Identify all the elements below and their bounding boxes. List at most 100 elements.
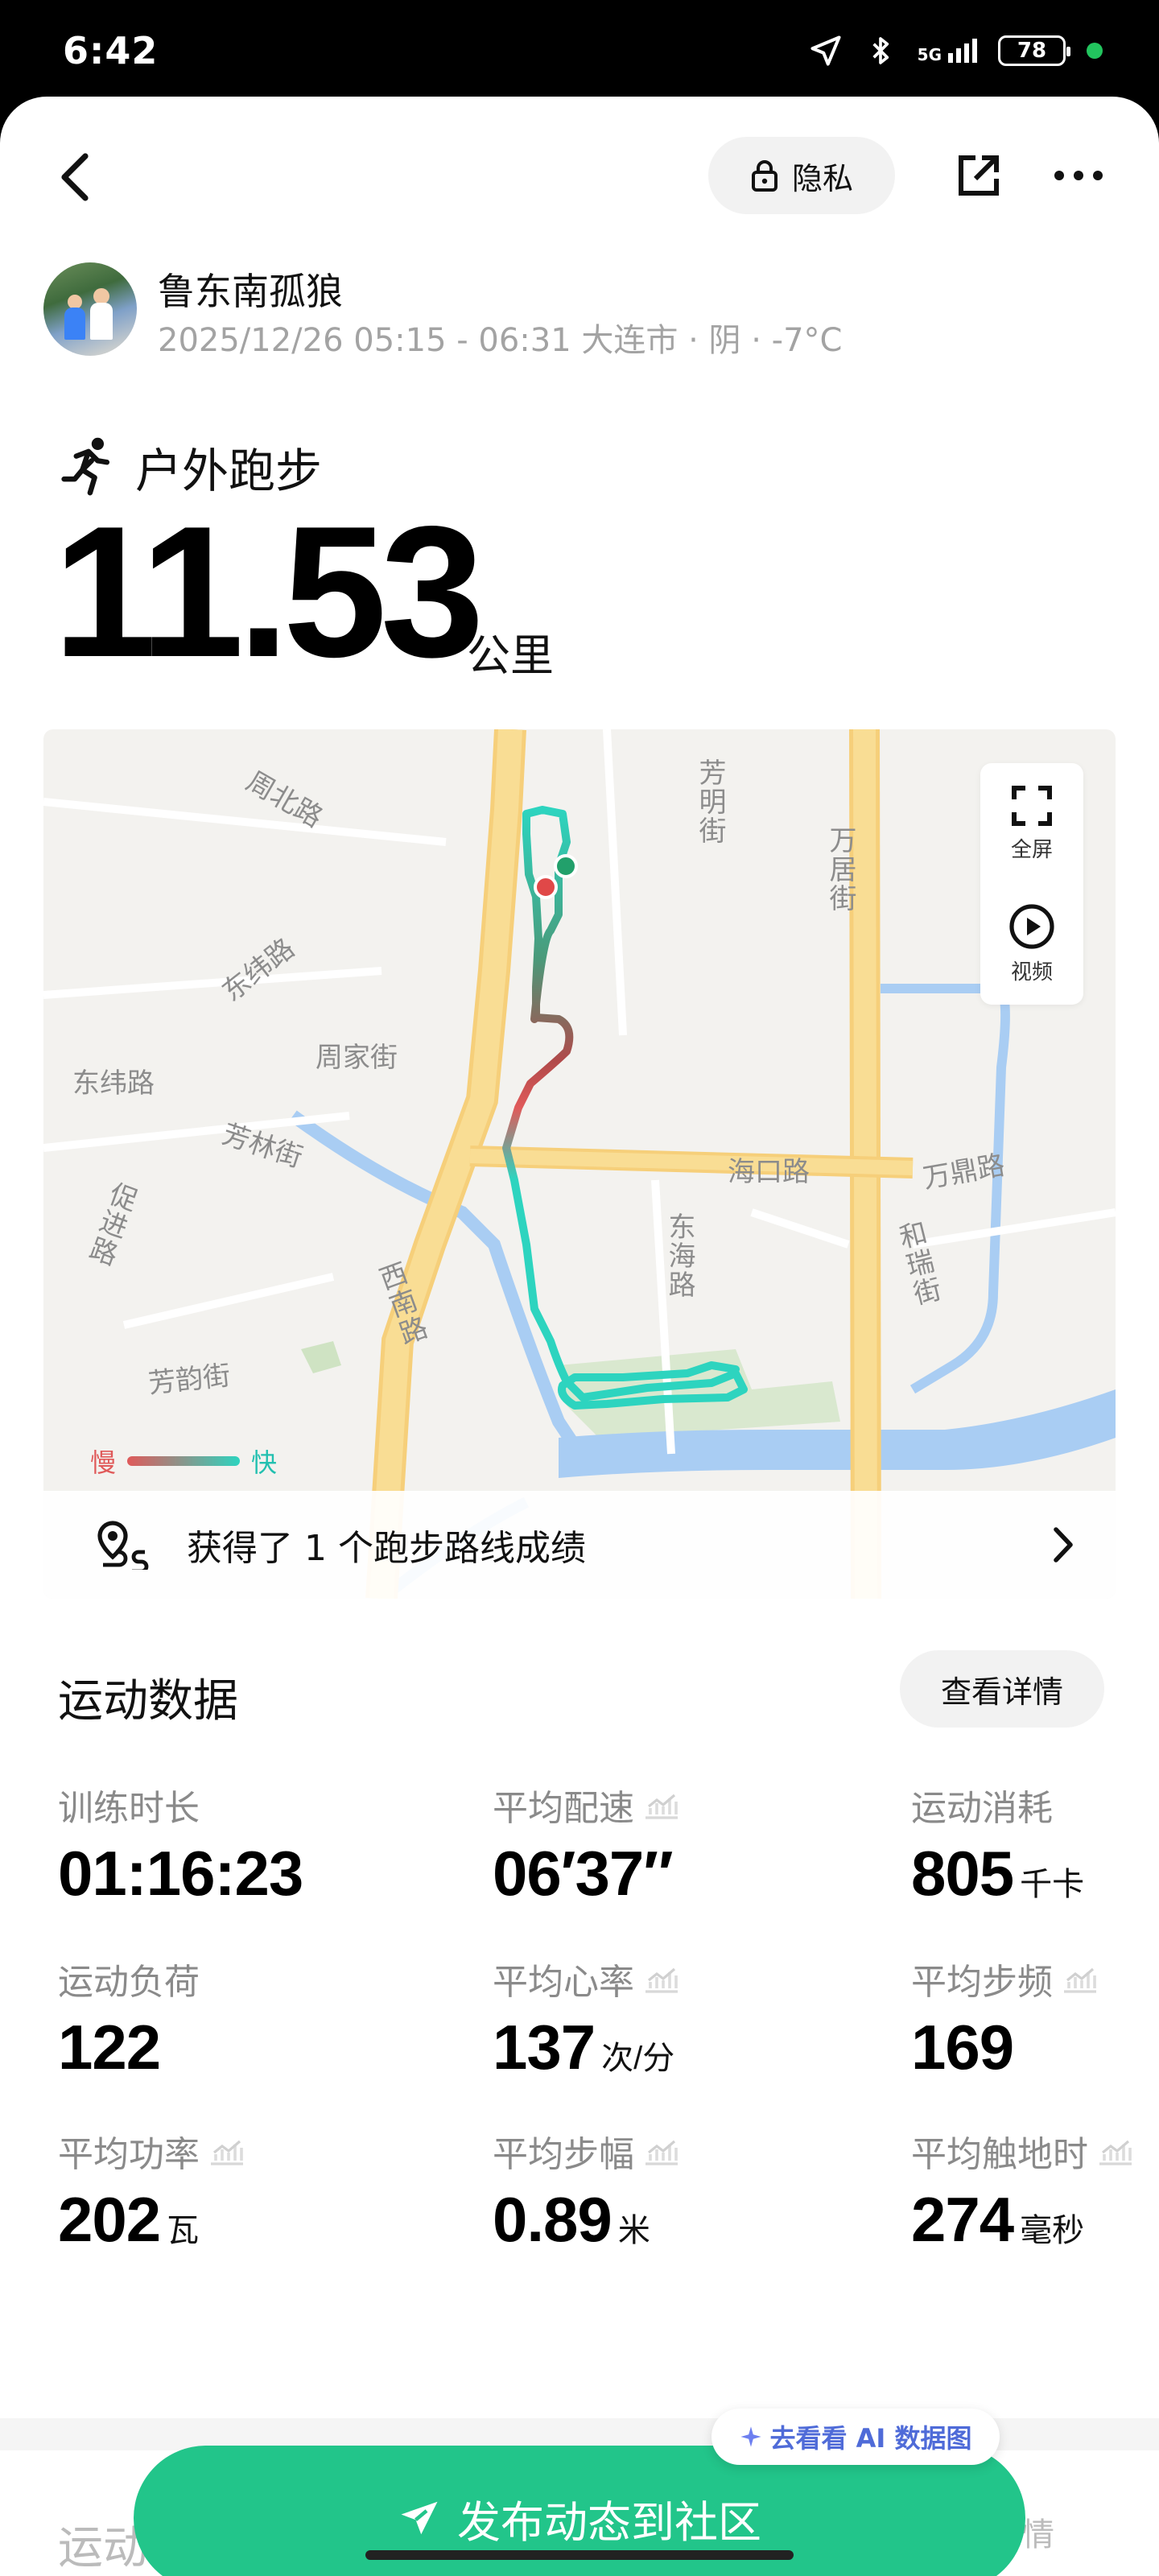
page: 隐私 鲁东南孤狼 2025/12/26 05:15 - 06:31 大连市 · … — [0, 97, 1159, 2576]
metric-label-text: 平均功率 — [58, 2134, 200, 2175]
trend-chart-icon[interactable] — [644, 2136, 679, 2165]
metric-label-text: 平均步频 — [911, 1962, 1053, 2003]
legend-fast-label: 快 — [251, 1447, 278, 1478]
metric-label-text: 平均步幅 — [493, 2134, 634, 2175]
metric-value-text: 06′37″ — [493, 1838, 674, 1909]
metric-label-text: 运动负荷 — [58, 1962, 200, 2003]
privacy-indicator-dot — [1087, 43, 1103, 59]
activity-meta: 2025/12/26 05:15 - 06:31 大连市 · 阴 · -7°C — [158, 322, 843, 359]
map-label: 万居街 — [824, 826, 856, 913]
metric-label-text: 训练时长 — [58, 1788, 200, 1829]
metric-value-text: 169 — [911, 2012, 1014, 2083]
metric-unit: 毫秒 — [1020, 2213, 1085, 2248]
fullscreen-label: 全屏 — [1010, 837, 1053, 862]
video-label: 视频 — [1010, 960, 1053, 985]
signal-icon: 5G — [918, 39, 977, 63]
metric-value: 805 千卡 — [911, 1837, 1084, 1910]
battery-icon: 78 — [998, 35, 1070, 66]
metric-unit: 千卡 — [1020, 1867, 1085, 1902]
metric-label: 平均心率 — [493, 1953, 679, 2004]
metric-value-text: 122 — [58, 2012, 161, 2083]
map-label: 东纬路 — [72, 1067, 155, 1100]
more-dot — [1093, 171, 1103, 180]
video-button[interactable]: 视频 — [1008, 902, 1056, 985]
metric-unit: 瓦 — [167, 2213, 200, 2248]
chevron-right-icon — [1054, 1527, 1073, 1563]
metric-unit: 米 — [617, 2213, 650, 2248]
metric-item: 运动负荷 122 — [58, 1953, 200, 2084]
metric-value-text: 137 — [493, 2012, 596, 2083]
network-type: 5G — [917, 45, 942, 64]
metric-label: 训练时长 — [58, 1779, 303, 1831]
metric-item: 平均心率 137 次/分 — [493, 1953, 679, 2084]
running-icon — [61, 437, 110, 496]
play-icon — [1009, 903, 1054, 949]
metric-value: 0.89 米 — [493, 2183, 679, 2256]
route-pin-icon — [97, 1521, 149, 1570]
metric-item: 训练时长 01:16:23 — [58, 1779, 303, 1910]
back-button[interactable] — [50, 145, 98, 209]
metric-item: 平均配速 06′37″ — [493, 1779, 679, 1910]
route-achievement-row[interactable]: 获得了 1 个跑步路线成绩 — [43, 1491, 1116, 1599]
view-details-button[interactable]: 查看详情 — [900, 1650, 1104, 1728]
map-controls: 全屏 视频 — [980, 763, 1083, 1005]
publish-label: 发布动态到社区 — [457, 2496, 761, 2548]
metric-item: 运动消耗 805 千卡 — [911, 1779, 1084, 1910]
privacy-button[interactable]: 隐私 — [708, 137, 895, 214]
avatar[interactable] — [43, 262, 137, 356]
more-dot — [1054, 171, 1064, 180]
metric-label-text: 运动消耗 — [911, 1788, 1053, 1829]
map-label: 周家街 — [316, 1042, 398, 1074]
location-icon — [810, 35, 841, 66]
trend-chart-icon[interactable] — [644, 1790, 679, 1819]
distance-unit: 公里 — [467, 630, 554, 681]
map-label: 东海路 — [663, 1212, 695, 1299]
metric-item: 平均步幅 0.89 米 — [493, 2125, 679, 2256]
ai-chart-chip[interactable]: 去看看 AI 数据图 — [711, 2409, 1000, 2465]
metric-value: 274 毫秒 — [911, 2183, 1133, 2256]
metric-value: 169 — [911, 2011, 1098, 2084]
section-title-sport-data: 运动数据 — [58, 1675, 238, 1728]
map-label: 海口路 — [728, 1156, 810, 1188]
share-button[interactable] — [950, 147, 1008, 204]
metric-label: 平均配速 — [493, 1779, 679, 1831]
map-label: 芳明街 — [694, 758, 726, 845]
metric-unit: 次/分 — [601, 2041, 675, 2076]
more-dot — [1074, 171, 1083, 180]
status-bar: 6:42 5G 78 — [0, 0, 1159, 97]
route-map[interactable]: 周北路 东纬路 东纬路 周家街 芳林街 促进路 西南路 芳韵街 芳明街 万居街 … — [43, 729, 1116, 1599]
username[interactable]: 鲁东南孤狼 — [158, 262, 343, 316]
distance-value: 11.53 — [53, 488, 485, 696]
trend-chart-icon[interactable] — [1062, 1964, 1098, 1993]
fullscreen-button[interactable]: 全屏 — [1009, 783, 1054, 863]
metric-label-text: 平均心率 — [493, 1962, 634, 2003]
trend-chart-icon[interactable] — [644, 1964, 679, 1993]
metric-label: 平均功率 — [58, 2125, 245, 2177]
ai-chip-label: 去看看 AI 数据图 — [769, 2423, 972, 2454]
more-button[interactable] — [1046, 147, 1111, 204]
metric-label-text: 平均配速 — [493, 1788, 634, 1829]
metric-value-text: 202 — [58, 2184, 161, 2255]
trend-chart-icon[interactable] — [1098, 2136, 1133, 2165]
lock-icon — [751, 160, 777, 192]
legend-gradient-bar — [127, 1456, 241, 1466]
metric-value-text: 274 — [911, 2184, 1014, 2255]
trend-chart-icon[interactable] — [209, 2136, 245, 2165]
pace-legend: 慢 快 — [90, 1443, 277, 1480]
fullscreen-icon — [1012, 785, 1052, 826]
sparkle-icon — [740, 2426, 761, 2447]
metric-value: 122 — [58, 2011, 200, 2084]
metric-label: 运动负荷 — [58, 1953, 200, 2004]
achievement-text: 获得了 1 个跑步路线成绩 — [187, 1528, 586, 1569]
metric-value: 202 瓦 — [58, 2183, 245, 2256]
metric-label: 运动消耗 — [911, 1779, 1084, 1831]
bluetooth-icon — [872, 37, 889, 64]
metric-value: 06′37″ — [493, 1837, 679, 1910]
status-icons: 5G 78 — [808, 32, 1103, 69]
send-icon — [401, 2501, 438, 2535]
metric-value: 01:16:23 — [58, 1837, 303, 1910]
chevron-left-icon — [61, 153, 89, 201]
privacy-label: 隐私 — [791, 160, 853, 196]
home-indicator[interactable] — [365, 2550, 794, 2560]
metric-item: 平均步频 169 — [911, 1953, 1098, 2084]
